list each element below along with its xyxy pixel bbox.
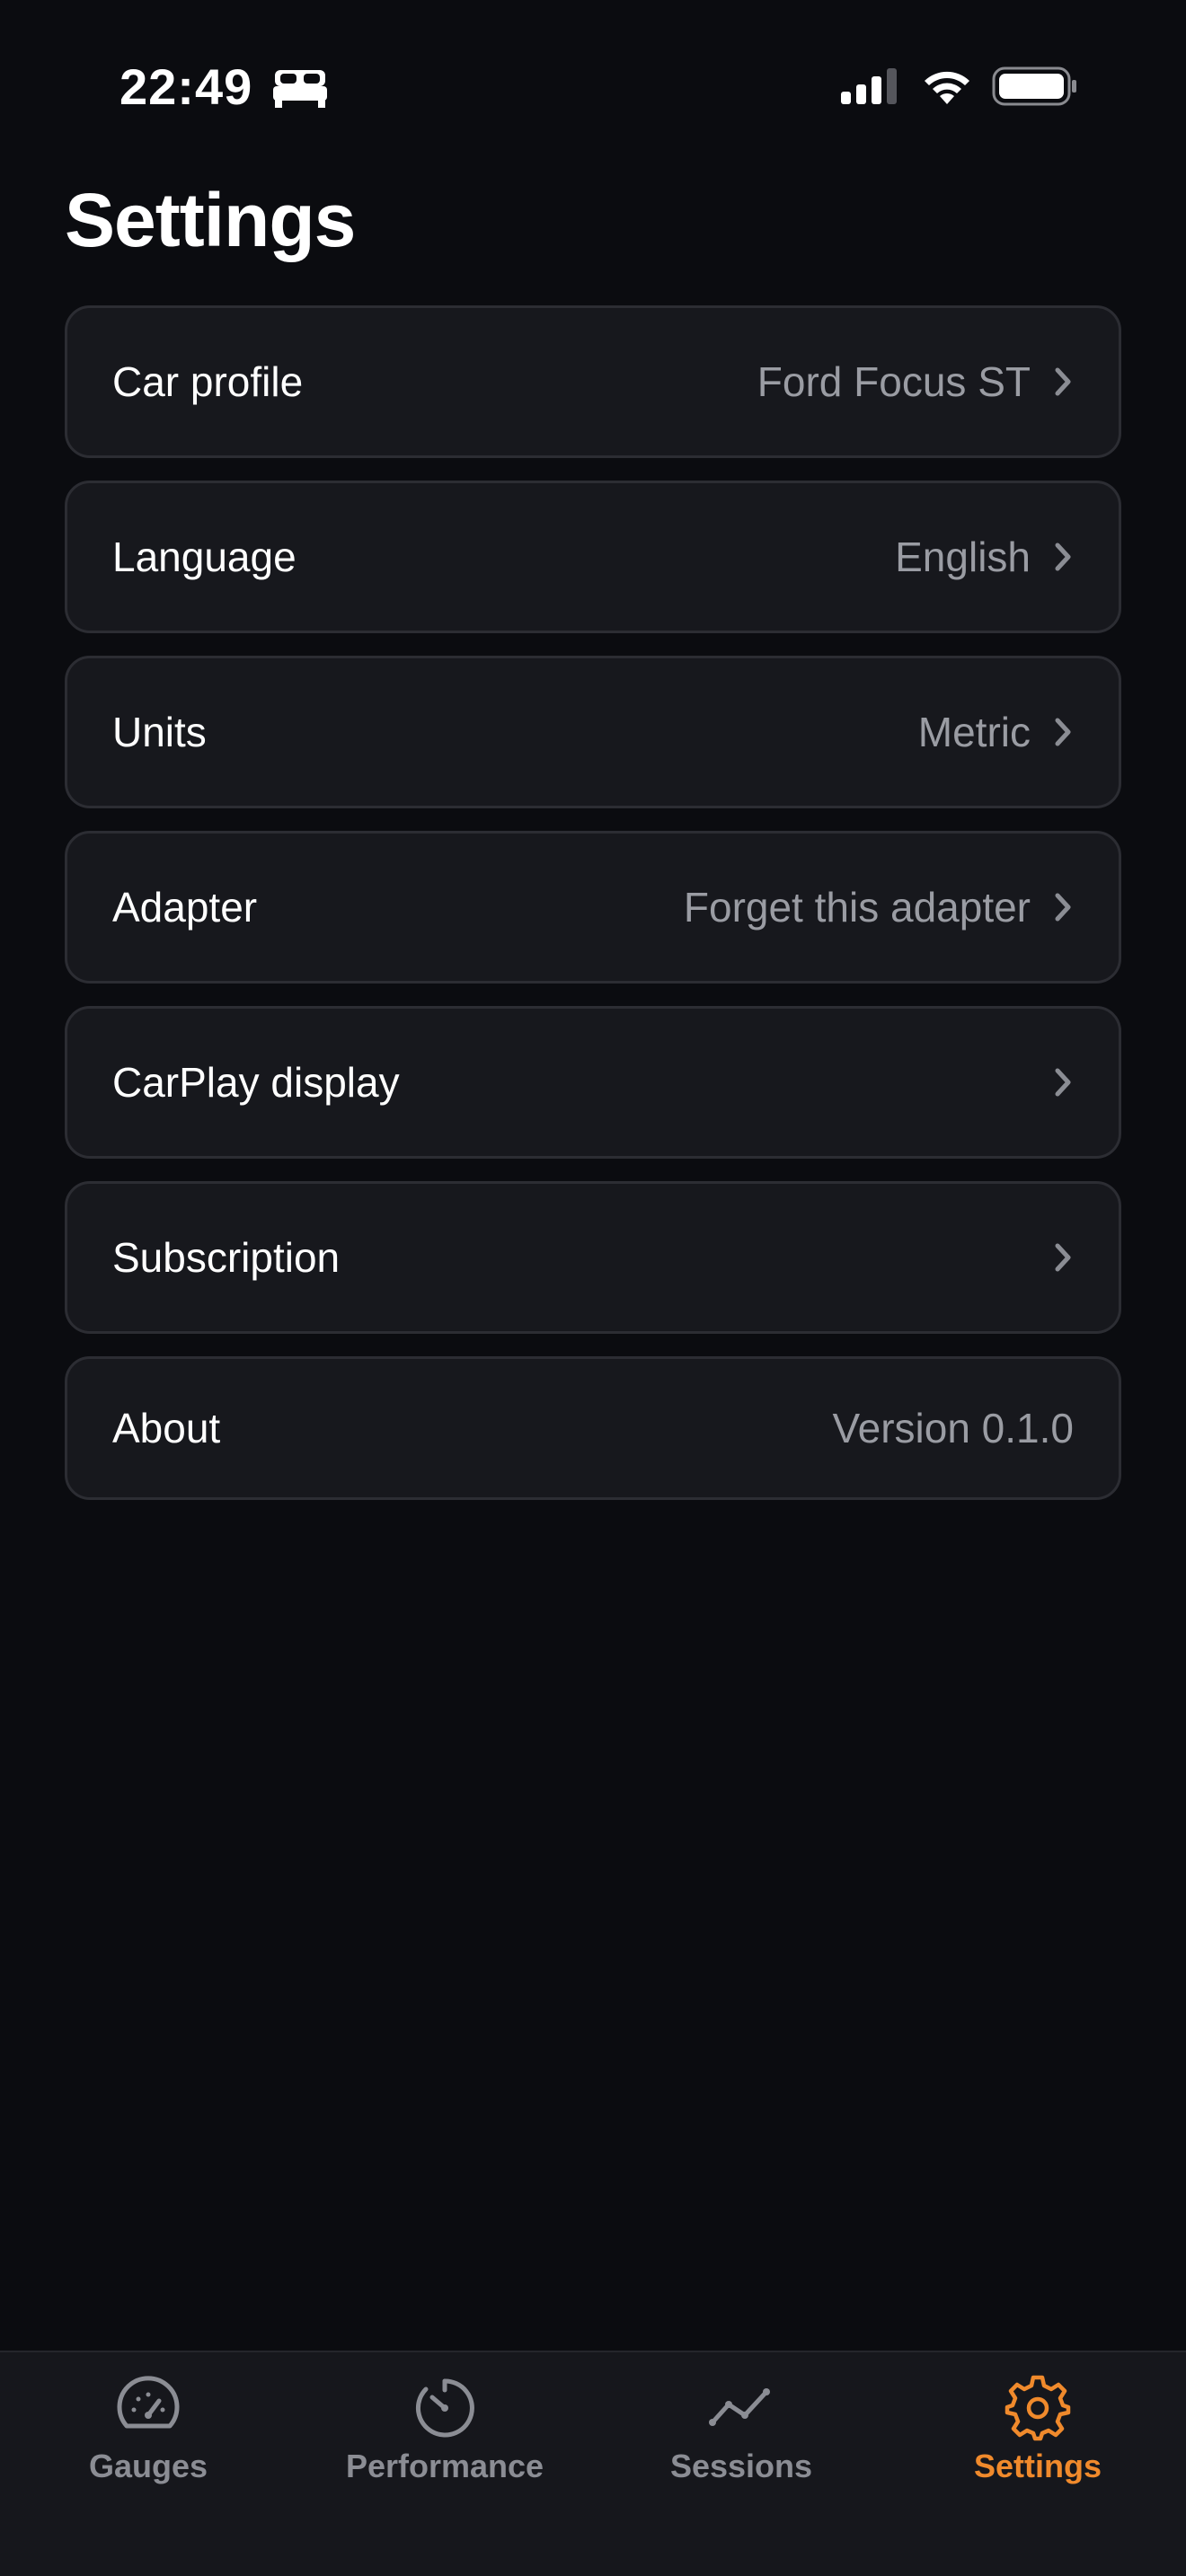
- row-label: CarPlay display: [112, 1059, 400, 1106]
- row-value: English: [895, 534, 1031, 580]
- settings-row-adapter[interactable]: Adapter Forget this adapter: [65, 831, 1121, 984]
- tab-bar: Gauges Performance Sessions Settings: [0, 2351, 1186, 2576]
- status-time: 22:49: [119, 58, 253, 115]
- page-title: Settings: [65, 178, 356, 262]
- row-value: Ford Focus ST: [757, 358, 1031, 405]
- row-label: About: [112, 1405, 221, 1451]
- settings-row-about[interactable]: About Version 0.1.0: [65, 1356, 1121, 1500]
- row-label: Subscription: [112, 1234, 341, 1281]
- chevron-right-icon: [1055, 718, 1071, 746]
- battery-icon: [992, 66, 1076, 106]
- tab-performance[interactable]: Performance: [296, 2374, 593, 2485]
- row-value: Metric: [917, 709, 1031, 755]
- chevron-right-icon: [1055, 543, 1071, 571]
- tab-label: Settings: [973, 2448, 1102, 2484]
- chevron-right-icon: [1055, 367, 1071, 396]
- bed-icon: [273, 70, 327, 108]
- settings-row-units[interactable]: Units Metric: [65, 656, 1121, 808]
- chevron-right-icon: [1055, 1243, 1071, 1272]
- tab-sessions[interactable]: Sessions: [593, 2374, 890, 2485]
- settings-row-car-profile[interactable]: Car profile Ford Focus ST: [65, 305, 1121, 458]
- timer-icon: [415, 2378, 474, 2438]
- speedometer-icon: [117, 2376, 180, 2429]
- gear-icon: [1005, 2375, 1071, 2441]
- row-label: Adapter: [112, 884, 258, 931]
- row-value: Forget this adapter: [683, 884, 1031, 931]
- settings-row-language[interactable]: Language English: [65, 481, 1121, 633]
- tab-label: Performance: [345, 2448, 544, 2484]
- row-label: Car profile: [112, 358, 304, 405]
- settings-row-subscription[interactable]: Subscription: [65, 1181, 1121, 1334]
- cellular-signal-icon: [841, 68, 897, 104]
- tab-settings[interactable]: Settings: [890, 2374, 1186, 2485]
- chevron-right-icon: [1055, 893, 1071, 922]
- tab-label: Sessions: [669, 2448, 813, 2484]
- chevron-right-icon: [1055, 1068, 1071, 1097]
- tab-gauges[interactable]: Gauges: [0, 2374, 296, 2485]
- status-bar: 22:49: [0, 0, 1186, 171]
- wifi-icon: [925, 71, 969, 104]
- settings-row-carplay-display[interactable]: CarPlay display: [65, 1006, 1121, 1159]
- settings-list: Car profile Ford Focus ST Language Engli…: [65, 305, 1121, 1522]
- version-text: Version 0.1.0: [832, 1405, 1074, 1451]
- line-chart-icon: [709, 2388, 770, 2426]
- tab-label: Gauges: [88, 2448, 208, 2484]
- row-label: Units: [112, 709, 207, 755]
- row-label: Language: [112, 534, 296, 580]
